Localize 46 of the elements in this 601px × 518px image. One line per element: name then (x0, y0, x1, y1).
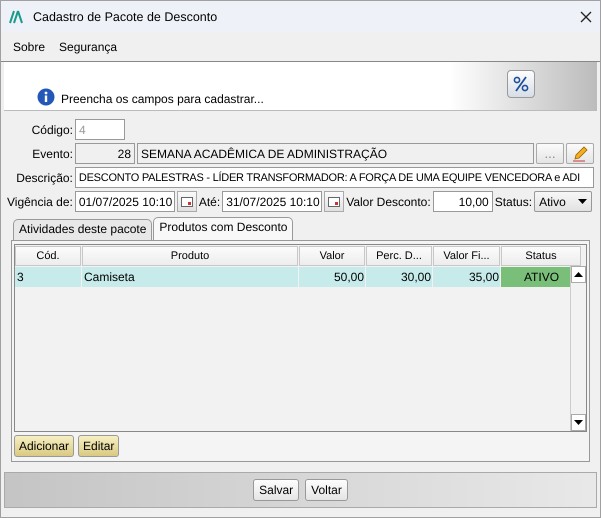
table-cell: 35,00 (433, 267, 500, 287)
dropdown-arrow-icon[interactable] (578, 199, 588, 204)
table-cell: Camiseta (82, 267, 298, 287)
description-field[interactable]: DESCONTO PALESTRAS - LÍDER TRANSFORMADOR: A FORÇA DE UMA EQUIPE VENCEDORA e ADI (74, 167, 594, 188)
scrollbar[interactable] (570, 266, 586, 431)
event-name-field[interactable]: SEMANA ACADÊMICA DE ADMINISTRAÇÃO (137, 143, 534, 164)
table-cell: 50,00 (299, 267, 365, 287)
field-label: Vigência de: (7, 194, 73, 208)
action-button[interactable]: Adicionar (14, 435, 74, 457)
menu-item[interactable]: Segurança (59, 40, 118, 54)
event-code-field[interactable]: 28 (75, 143, 135, 164)
action-button[interactable]: Editar (78, 435, 120, 457)
calendar-icon[interactable] (176, 191, 197, 212)
field-label: Valor Desconto: (346, 194, 431, 208)
field-label: Descrição: (15, 170, 73, 184)
column-header[interactable]: Produto (82, 246, 298, 266)
tab[interactable]: Produtos com Desconto (153, 217, 294, 240)
info-message: Preencha os campos para cadastrar... (61, 92, 264, 106)
edit-button[interactable] (566, 143, 594, 164)
column-header[interactable]: Cód. (15, 246, 81, 266)
field-label: Status: (494, 194, 532, 208)
start-date-field[interactable]: 01/07/2025 10:10 (74, 191, 175, 212)
info-icon (37, 88, 55, 106)
column-header[interactable]: Valor (299, 246, 365, 266)
field-label: Código: (30, 122, 73, 136)
status-dropdown[interactable]: Ativo (534, 191, 592, 212)
footer-button[interactable]: Salvar (253, 479, 300, 501)
field-label: Evento: (31, 146, 73, 160)
table-cell: 30,00 (366, 267, 432, 287)
field-label: Até: (198, 194, 220, 208)
column-header[interactable]: Valor Fi... (433, 246, 500, 266)
close-icon[interactable] (580, 10, 592, 22)
footer-button[interactable]: Voltar (305, 479, 348, 501)
scroll-up-icon[interactable] (571, 266, 586, 283)
column-header[interactable]: Perc. D... (366, 246, 432, 266)
window-title: Cadastro de Pacote de Desconto (33, 10, 218, 24)
end-date-field[interactable]: 31/07/2025 10:10 (222, 191, 322, 212)
menu-item[interactable]: Sobre (13, 40, 46, 54)
percent-icon (507, 70, 535, 98)
app-logo-icon (9, 10, 25, 24)
column-header[interactable]: Status (501, 246, 581, 266)
tab[interactable]: Atividades deste pacote (13, 219, 152, 240)
scroll-down-icon[interactable] (571, 414, 586, 431)
discount-value-field[interactable]: 10,00 (432, 191, 493, 212)
calendar-icon[interactable] (324, 191, 344, 212)
table-cell: 3 (15, 267, 81, 287)
